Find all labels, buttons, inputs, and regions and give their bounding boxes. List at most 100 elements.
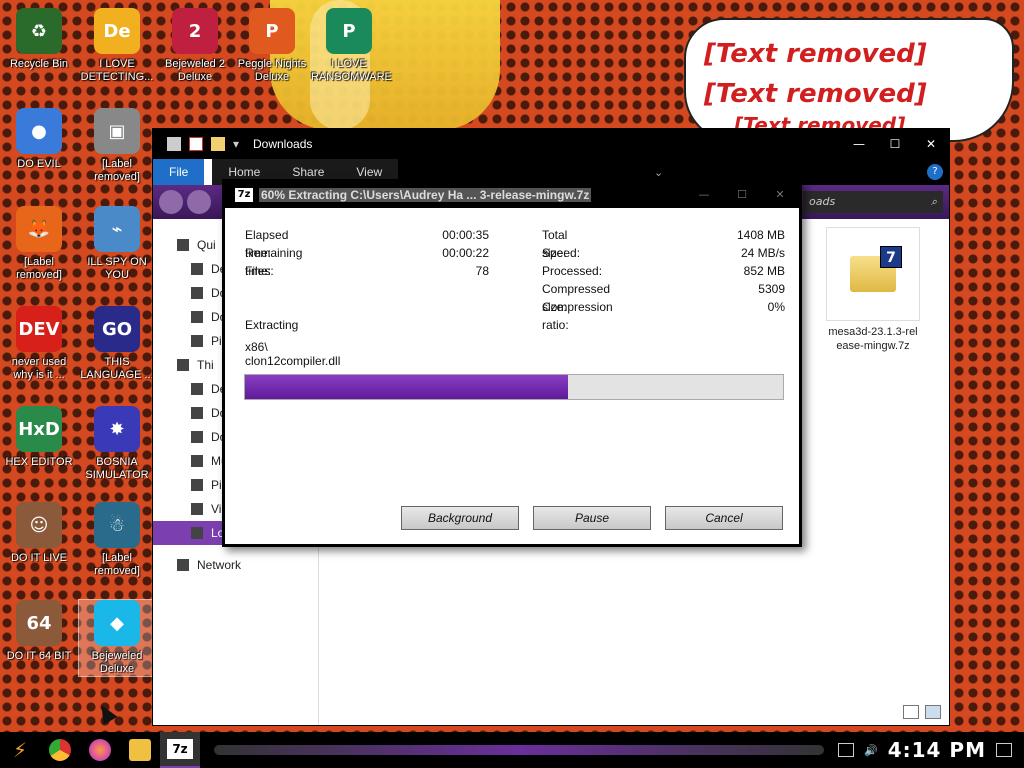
folder-icon <box>177 239 189 251</box>
tab-file[interactable]: File <box>153 159 205 185</box>
desktop-icon-label: [Label removed] <box>94 552 140 577</box>
minimize-button[interactable]: — <box>841 129 877 159</box>
search-icon: ⌕ <box>930 195 937 208</box>
folder-icon <box>191 263 203 275</box>
taskbar-chrome[interactable] <box>40 732 80 768</box>
notifications-icon[interactable] <box>996 743 1012 757</box>
publisher-icon: P <box>326 8 372 54</box>
chrome-icon: ● <box>16 108 62 154</box>
speech-bubble: [Text removed] [Text removed] [Text remo… <box>684 18 1014 142</box>
desktop-icon[interactable]: GO THIS LANGUAGE ... <box>79 306 155 382</box>
desktop-icon[interactable]: ☺ DO IT LIVE <box>1 502 77 565</box>
file-item-mesa3d[interactable]: 7 mesa3d-23.1.3-rel ease-mingw.7z <box>826 227 920 353</box>
search-input[interactable]: oads ⌕ <box>803 191 943 213</box>
desktop-icon-label: I LOVE DETECTING... <box>80 58 154 83</box>
desktop-icon[interactable]: P I LOVE RANSOMWARE <box>311 8 392 84</box>
background-button[interactable]: Background <box>401 506 519 530</box>
desktop-icon[interactable]: ☃ [Label removed] <box>79 502 155 578</box>
dialog-close-button[interactable]: ✕ <box>761 182 799 208</box>
folder-icon[interactable] <box>211 137 225 151</box>
stat-label: Compression ratio: <box>542 300 613 332</box>
stat-label: Files: <box>245 264 274 278</box>
peggle-icon: P <box>249 8 295 54</box>
desktop-icon[interactable]: ◆ Bejeweled Deluxe <box>78 599 156 677</box>
folder-icon <box>129 739 151 761</box>
desktop-icon[interactable]: ● DO EVIL <box>1 108 77 171</box>
desktop-icon[interactable]: 2 Bejeweled 2 Deluxe <box>157 8 233 84</box>
stat-value: 78 <box>475 264 489 278</box>
properties-icon[interactable] <box>167 137 181 151</box>
desktop-icon[interactable]: HxD HEX EDITOR <box>1 406 77 469</box>
status-label: Extracting <box>245 318 299 332</box>
volume-icon[interactable]: 🔊 <box>864 744 878 757</box>
desktop-icon-label: Peggle Nights Deluxe <box>237 58 307 83</box>
desktop-icon[interactable]: DEV never used why is it ... <box>1 306 77 382</box>
nav-item-label: Pi <box>211 478 222 492</box>
progress-bar-fill <box>245 375 568 399</box>
chevron-down-icon[interactable]: ▾ <box>233 137 243 151</box>
maximize-button[interactable]: ☐ <box>877 129 913 159</box>
chrome-icon <box>49 739 71 761</box>
stat-label: Speed: <box>542 246 581 260</box>
goland-icon: GO <box>94 306 140 352</box>
network-icon[interactable] <box>838 743 855 757</box>
current-file: clon12compiler.dll <box>245 354 341 368</box>
mine-icon: ✸ <box>94 406 140 452</box>
nav-item-label: Network <box>197 558 242 572</box>
7zip-icon: 7z <box>235 188 253 202</box>
help-icon[interactable]: ? <box>927 164 943 180</box>
desktop-icon[interactable]: ▣ [Label removed] <box>79 108 155 184</box>
stat-value: 00:00:35 <box>442 228 489 242</box>
nav-item[interactable]: Network <box>153 553 318 577</box>
dialog-minimize-button[interactable]: — <box>685 182 723 208</box>
taskbar-firefox[interactable] <box>80 732 120 768</box>
current-path: x86\ <box>245 340 268 354</box>
network-spy-icon: ⌁ <box>94 206 140 252</box>
desktop-icon[interactable]: ⌁ ILL SPY ON YOU <box>79 206 155 282</box>
desktop-icon[interactable]: ♻ Recycle Bin <box>1 8 77 71</box>
ribbon-spacer <box>204 159 213 185</box>
desktop-icon-label: Bejeweled 2 Deluxe <box>165 58 225 83</box>
nav-item-label: Qui <box>197 238 216 252</box>
pause-button[interactable]: Pause <box>533 506 651 530</box>
taskbar-explorer[interactable] <box>120 732 160 768</box>
explorer-title: Downloads <box>253 137 313 151</box>
close-button[interactable]: ✕ <box>913 129 949 159</box>
desktop-icon[interactable]: P Peggle Nights Deluxe <box>234 8 310 84</box>
desktop-icon[interactable]: ✸ BOSNIA SIMULATOR <box>79 406 155 482</box>
clock[interactable]: 4:14 PM <box>888 738 986 762</box>
nav-item-label: Pi <box>211 334 222 348</box>
dialog-titlebar: 7z 60% Extracting C:\Users\Audrey Ha ...… <box>225 182 799 208</box>
system-tray: 🔊 4:14 PM <box>838 738 1024 762</box>
taskbar-7zip[interactable]: 7z <box>160 732 200 768</box>
desktop-icon[interactable]: De I LOVE DETECTING... <box>79 8 155 84</box>
quick-access-toolbar: ▾ <box>167 137 243 151</box>
stat-value: 0% <box>767 300 785 314</box>
firefox-icon <box>89 739 111 761</box>
forward-button[interactable] <box>187 190 211 214</box>
expand-ribbon-icon[interactable]: ⌄ <box>654 166 663 179</box>
desktop-icon[interactable]: 64 DO IT 64 BIT <box>1 600 77 663</box>
checkmark-icon[interactable] <box>189 137 203 151</box>
dialog-title: 60% Extracting C:\Users\Audrey Ha ... 3-… <box>259 188 592 202</box>
view-toggle <box>903 705 941 719</box>
file-name: mesa3d-23.1.3-rel ease-mingw.7z <box>826 325 920 353</box>
folder-icon <box>191 407 203 419</box>
desktop-icon[interactable]: 🦊 [Label removed] <box>1 206 77 282</box>
large-icons-view-icon[interactable] <box>925 705 941 719</box>
desktop-icon-label: [Label removed] <box>16 256 62 281</box>
7z-archive-icon: 7 <box>850 246 902 292</box>
desktop-icon-label: DO EVIL <box>17 158 61 170</box>
portrait-64-icon: 64 <box>16 600 62 646</box>
dialog-maximize-button[interactable]: ☐ <box>723 182 761 208</box>
start-button[interactable]: ⚡ <box>0 732 40 768</box>
back-button[interactable] <box>159 190 183 214</box>
mouse-cursor-icon <box>94 701 118 725</box>
firefox-icon: 🦊 <box>16 206 62 252</box>
folder-icon <box>177 359 189 371</box>
desktop-icon-label: DO IT 64 BIT <box>6 650 72 662</box>
desktop-icon-label: I LOVE RANSOMWARE <box>311 58 392 83</box>
cancel-button[interactable]: Cancel <box>665 506 783 530</box>
details-view-icon[interactable] <box>903 705 919 719</box>
folder-icon <box>191 335 203 347</box>
